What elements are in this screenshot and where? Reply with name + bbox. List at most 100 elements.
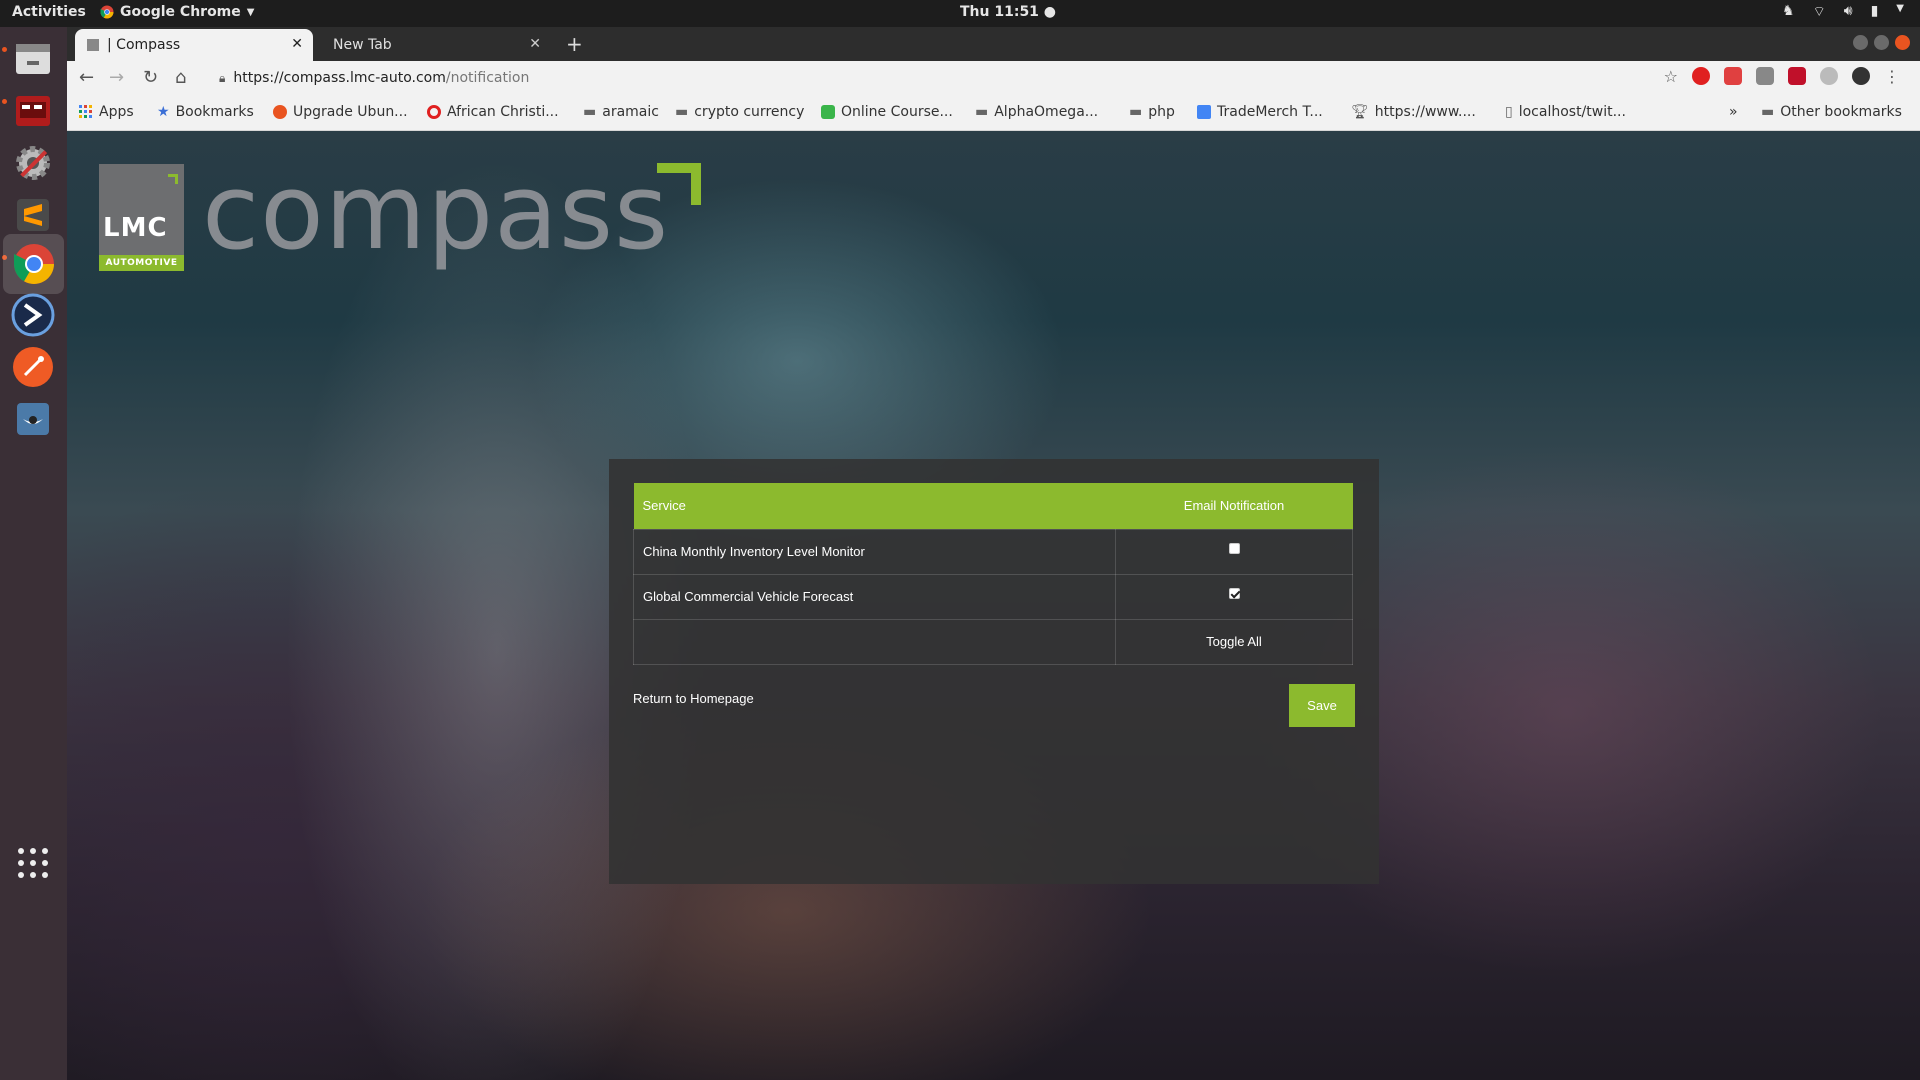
close-tab-icon[interactable]: ✕ bbox=[291, 36, 303, 52]
blue-app-icon[interactable] bbox=[9, 291, 57, 339]
settings-icon[interactable] bbox=[9, 139, 57, 187]
tab-bar: | Compass ✕ New Tab ✕ + bbox=[67, 27, 1920, 61]
column-header-email-notification: Email Notification bbox=[1115, 483, 1353, 529]
url-host: https://compass.lmc-auto.com bbox=[233, 70, 446, 86]
gray-extension-icon[interactable] bbox=[1756, 67, 1774, 85]
folder-icon: ▬ bbox=[1129, 104, 1143, 120]
bookmark-upgrade-ubuntu[interactable]: Upgrade Ubun... bbox=[273, 104, 408, 120]
tab-new-tab[interactable]: New Tab ✕ bbox=[321, 29, 551, 61]
tab-title: New Tab bbox=[333, 37, 392, 53]
sync-extension-icon[interactable] bbox=[1820, 67, 1838, 85]
udemy-icon bbox=[821, 105, 835, 119]
sublime-text-icon[interactable] bbox=[9, 191, 57, 239]
logo-lmc-text: LMC bbox=[103, 213, 168, 243]
notification-table: Service Email Notification China Monthly… bbox=[633, 483, 1353, 665]
bookmark-crypto-currency[interactable]: ▬ crypto currency bbox=[675, 104, 804, 120]
bookmark-bookmarks[interactable]: ★ Bookmarks bbox=[157, 104, 254, 120]
brand-corner-mark bbox=[657, 163, 701, 205]
window-controls bbox=[1853, 35, 1910, 50]
presentation-icon[interactable] bbox=[9, 87, 57, 135]
empty-cell bbox=[633, 618, 1116, 665]
bookmark-aramaic[interactable]: ▬ aramaic bbox=[583, 104, 659, 120]
bookmark-localhost[interactable]: ▯ localhost/twit... bbox=[1505, 104, 1626, 120]
bookmarks-overflow-button[interactable]: » bbox=[1729, 104, 1738, 120]
bookmark-apps[interactable]: Apps bbox=[79, 104, 134, 120]
tab-title: | Compass bbox=[107, 37, 181, 53]
system-menu-chevron-icon[interactable]: ▼ bbox=[1896, 3, 1904, 21]
logo-automotive-text: AUTOMOTIVE bbox=[99, 255, 184, 271]
service-name: China Monthly Inventory Level Monitor bbox=[633, 528, 1116, 575]
postman-icon[interactable] bbox=[9, 343, 57, 391]
home-icon[interactable]: ⌂ bbox=[175, 67, 186, 88]
chevron-down-icon: ▼ bbox=[246, 6, 255, 18]
activities-button[interactable]: Activities bbox=[12, 4, 86, 20]
maximize-button[interactable] bbox=[1874, 35, 1889, 50]
bookmark-alphaomega[interactable]: ▬ AlphaOmega... bbox=[975, 104, 1098, 120]
bookmark-https[interactable]: 🏆︎ https://www.... bbox=[1351, 104, 1476, 120]
url-path: /notification bbox=[445, 70, 530, 86]
opera-icon bbox=[427, 105, 441, 119]
bookmark-african-christian[interactable]: African Christi... bbox=[427, 104, 559, 120]
tagger-icon[interactable] bbox=[9, 395, 57, 443]
email-notification-checkbox[interactable] bbox=[1228, 588, 1240, 599]
navigation-bar: ← → ↻ ⌂ 🔒︎ https://compass.lmc-auto.com/… bbox=[67, 61, 1920, 95]
profile-avatar[interactable] bbox=[1852, 67, 1870, 85]
toggle-all-button[interactable]: Toggle All bbox=[1115, 618, 1353, 665]
ubuntu-icon bbox=[273, 105, 287, 119]
more-menu-icon[interactable]: ⋮ bbox=[1884, 67, 1900, 86]
user-status-icon[interactable]: ♞ bbox=[1782, 3, 1795, 21]
bookmark-php[interactable]: ▬ php bbox=[1129, 104, 1175, 120]
extensions-area: ☆ ⋮ bbox=[1664, 67, 1900, 86]
minimize-button[interactable] bbox=[1853, 35, 1868, 50]
reload-icon[interactable]: ↻ bbox=[143, 67, 158, 88]
opera-extension-icon[interactable] bbox=[1692, 67, 1710, 85]
dock bbox=[0, 27, 67, 1080]
page-favicon-icon bbox=[87, 39, 99, 51]
app-menu[interactable]: Google Chrome ▼ bbox=[100, 4, 254, 20]
battery-icon[interactable]: ▮ bbox=[1871, 3, 1879, 21]
apps-grid-icon bbox=[79, 105, 92, 118]
running-indicator bbox=[2, 47, 7, 52]
return-to-homepage-link[interactable]: Return to Homepage bbox=[633, 691, 754, 706]
page-icon: ▯ bbox=[1505, 104, 1513, 120]
address-bar[interactable]: 🔒︎ https://compass.lmc-auto.com/notifica… bbox=[207, 65, 1667, 91]
lmc-logo[interactable]: LMC AUTOMOTIVE bbox=[99, 164, 184, 271]
forward-arrow-icon[interactable]: → bbox=[109, 67, 124, 88]
folder-icon: ▬ bbox=[583, 104, 597, 120]
tab-compass[interactable]: | Compass ✕ bbox=[75, 29, 313, 61]
new-tab-button[interactable]: + bbox=[566, 32, 583, 56]
app-grid-icon[interactable] bbox=[9, 839, 57, 887]
top-panel: Activities Google Chrome ▼ Thu 11:51 ● ♞… bbox=[0, 0, 1920, 27]
lock-icon[interactable]: 🔒︎ bbox=[219, 71, 225, 86]
email-checkbox-cell bbox=[1115, 573, 1353, 620]
files-icon[interactable] bbox=[9, 35, 57, 83]
page-content: LMC AUTOMOTIVE compass Service Email Not… bbox=[67, 131, 1920, 1080]
volume-icon[interactable]: 🔊︎ bbox=[1844, 3, 1853, 21]
close-tab-icon[interactable]: ✕ bbox=[529, 36, 541, 52]
running-indicator bbox=[2, 99, 7, 104]
close-window-button[interactable] bbox=[1895, 35, 1910, 50]
bookmark-trademerch[interactable]: TradeMerch T... bbox=[1197, 104, 1323, 120]
app-name: Google Chrome bbox=[120, 4, 241, 20]
folder-icon: ▬ bbox=[975, 104, 989, 120]
shield-extension-icon[interactable] bbox=[1788, 67, 1806, 85]
wifi-icon[interactable]: ⌔ bbox=[1813, 3, 1826, 21]
system-tray[interactable]: ♞ ⌔ 🔊︎ ▮ ▼ bbox=[1782, 3, 1904, 21]
back-arrow-icon[interactable]: ← bbox=[79, 67, 94, 88]
bookmark-other-bookmarks[interactable]: ▬ Other bookmarks bbox=[1761, 104, 1902, 120]
folder-icon: ▬ bbox=[1761, 104, 1775, 120]
table-row: Global Commercial Vehicle Forecast bbox=[633, 573, 1353, 620]
column-header-service: Service bbox=[633, 483, 1116, 529]
email-notification-checkbox[interactable] bbox=[1228, 543, 1240, 554]
clock[interactable]: Thu 11:51 ● bbox=[960, 4, 1056, 20]
star-icon: ★ bbox=[157, 104, 170, 120]
bookmark-online-course[interactable]: Online Course... bbox=[821, 104, 953, 120]
email-checkbox-cell bbox=[1115, 528, 1353, 575]
folder-icon: ▬ bbox=[675, 104, 689, 120]
chrome-icon[interactable] bbox=[3, 234, 64, 294]
bookmark-star-icon[interactable]: ☆ bbox=[1664, 67, 1678, 86]
table-row: Toggle All bbox=[633, 618, 1353, 665]
save-button[interactable]: Save bbox=[1289, 684, 1355, 727]
service-name: Global Commercial Vehicle Forecast bbox=[633, 573, 1116, 620]
youtube-extension-icon[interactable] bbox=[1724, 67, 1742, 85]
